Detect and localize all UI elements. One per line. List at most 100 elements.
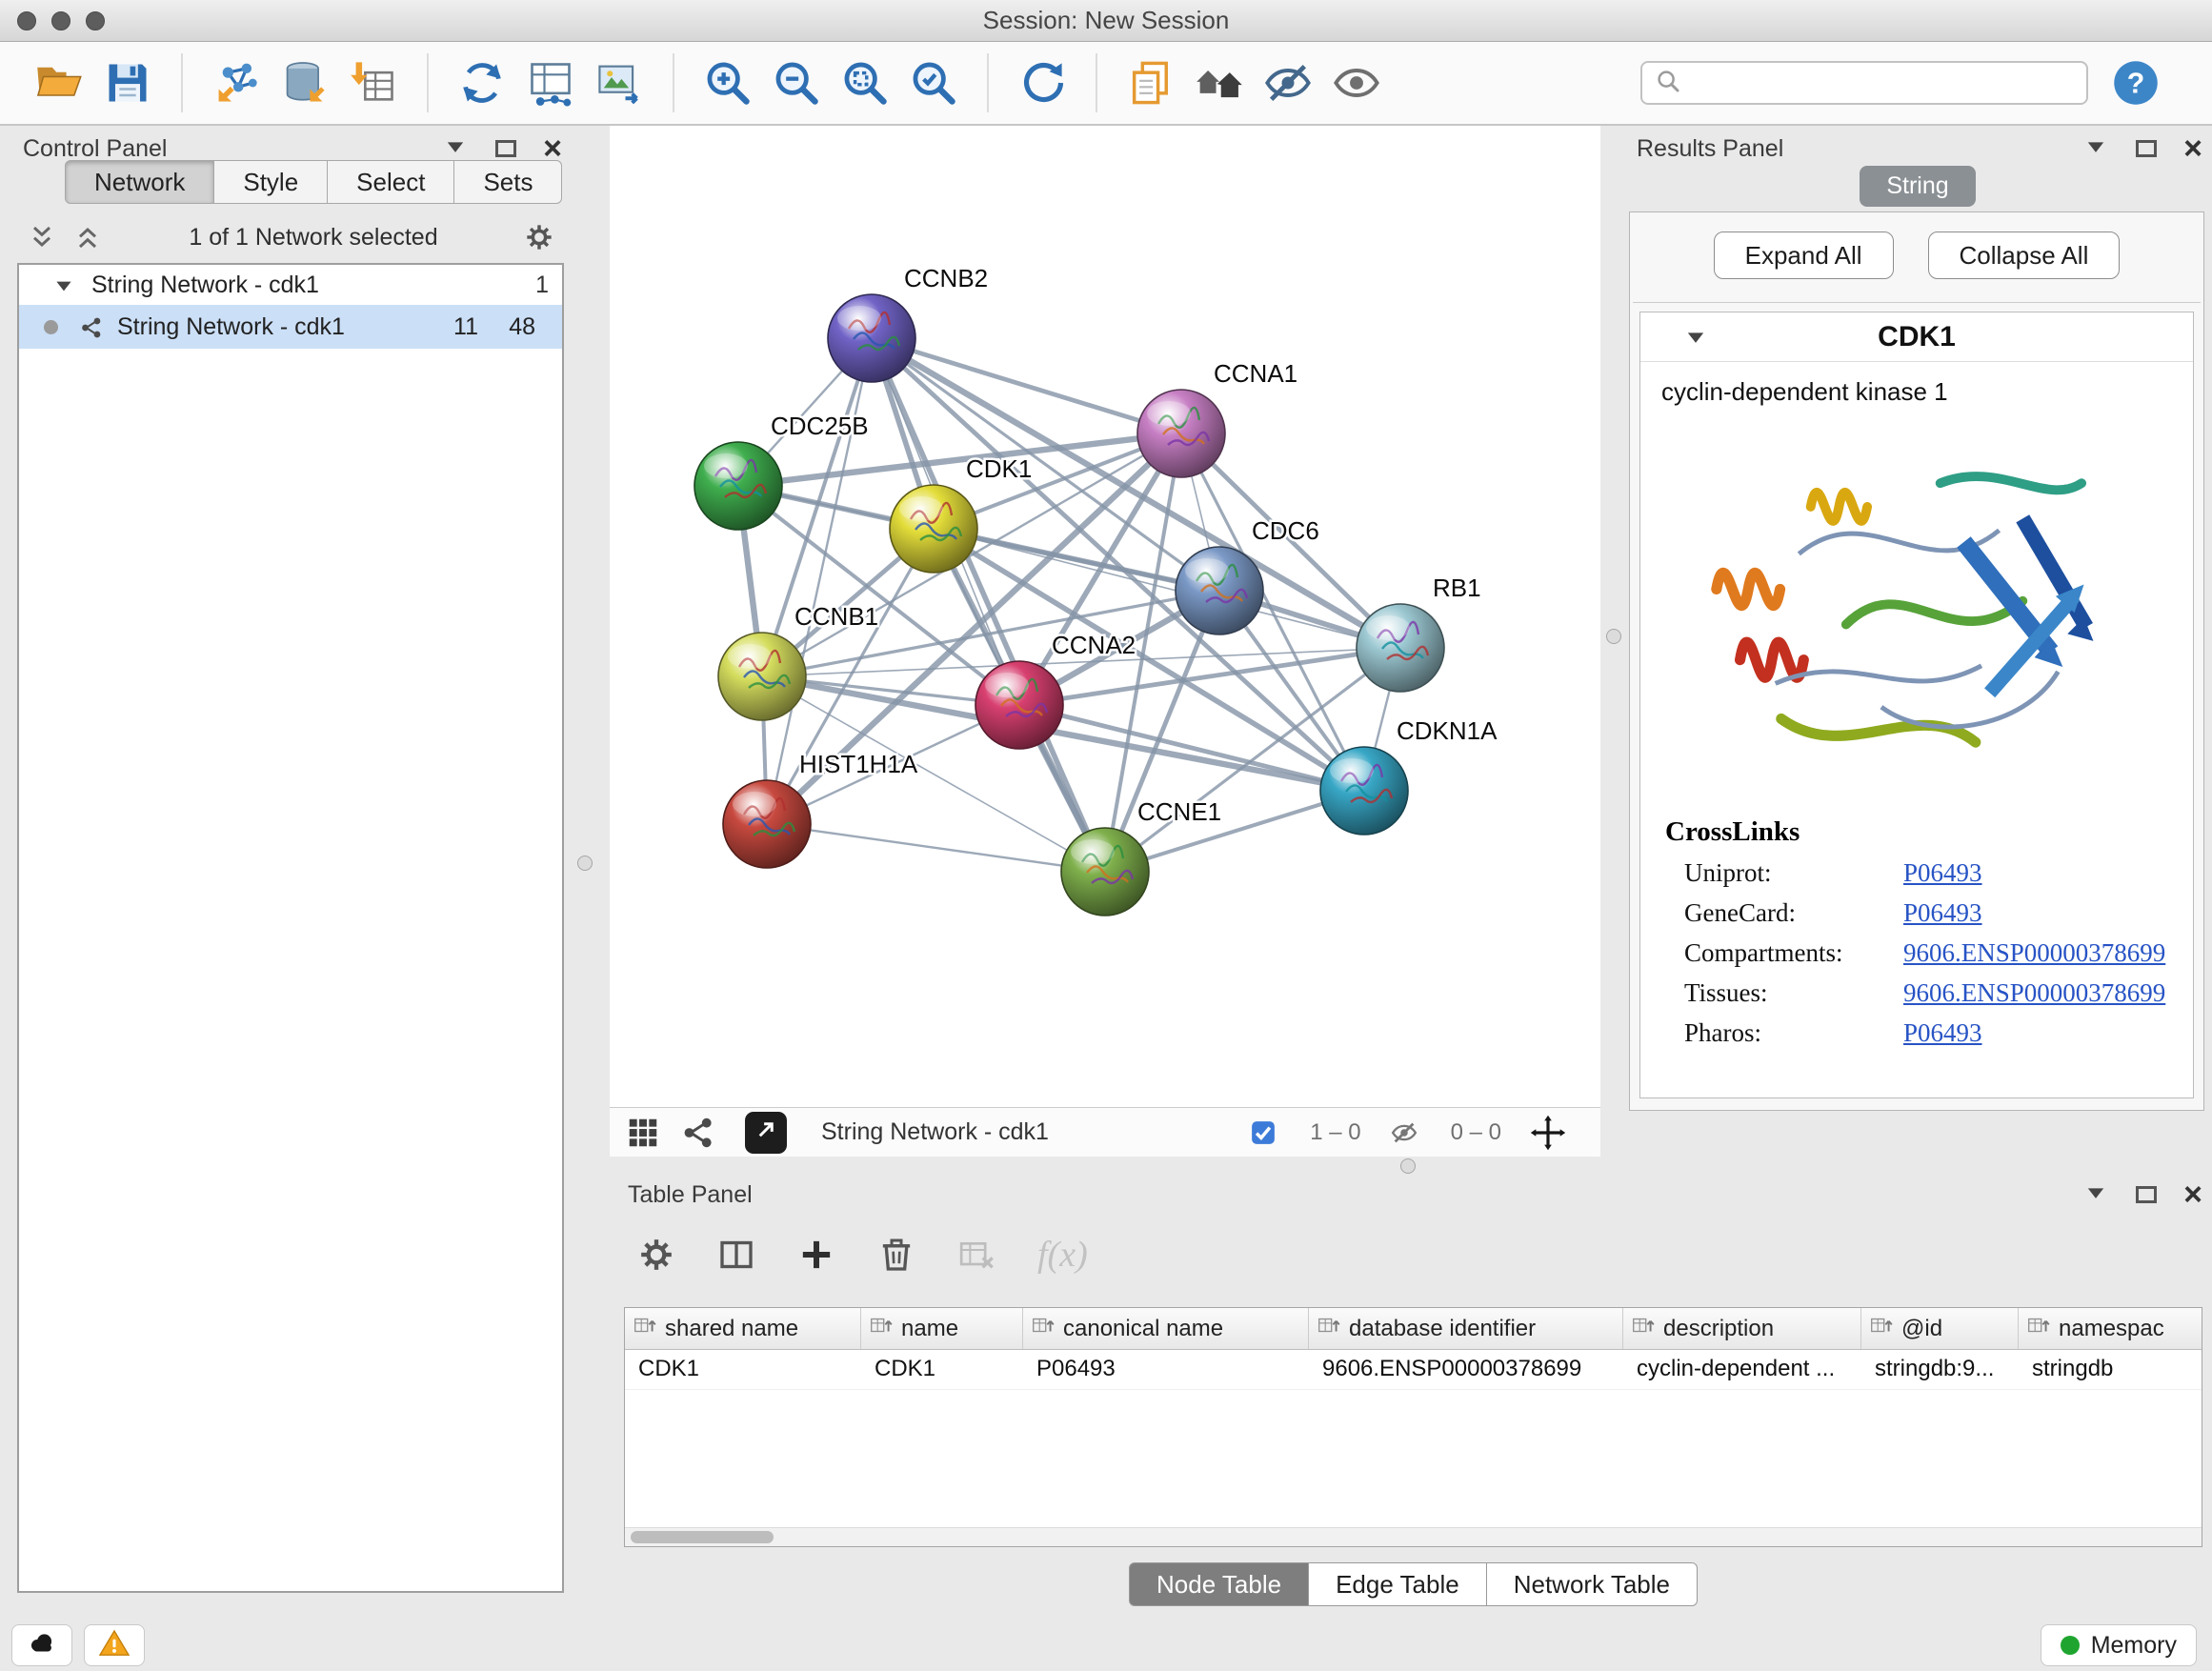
splitter-handle[interactable] [1606, 629, 1621, 644]
refresh-layout-button[interactable] [1014, 54, 1071, 111]
annotation-copy-button[interactable] [1122, 54, 1179, 111]
crosslink-link[interactable]: P06493 [1903, 1018, 1982, 1048]
import-table-file-button[interactable] [345, 54, 402, 111]
control-panel-tabs: Network Style Select Sets [65, 160, 562, 204]
search-box[interactable] [1640, 61, 2088, 105]
zoom-out-button[interactable] [768, 54, 825, 111]
network-canvas[interactable]: CCNB2CCNA1CDC25BCDK1CDC6RB1CCNB1CCNA2CDK… [610, 126, 1600, 1107]
column-header-database-identifier[interactable]: database identifier [1309, 1308, 1623, 1349]
control-panel-title: Control Panel [23, 135, 167, 163]
collapse-all-networks-icon[interactable] [27, 222, 57, 252]
panel-close-icon[interactable]: × [2183, 1178, 2202, 1211]
table-cell[interactable]: cyclin-dependent ... [1623, 1350, 1861, 1389]
search-input[interactable] [1690, 70, 2075, 96]
warnings-button[interactable] [84, 1624, 145, 1666]
crosslinks-section: CrossLinks Uniprot:P06493GeneCard:P06493… [1640, 816, 2193, 1048]
table-cell[interactable]: stringdb:9... [1861, 1350, 2019, 1389]
network-row-selected[interactable]: String Network - cdk1 11 48 [19, 305, 562, 349]
toolbar-separator [427, 53, 429, 112]
panel-float-icon[interactable] [495, 140, 516, 157]
gene-card-header[interactable]: CDK1 [1640, 312, 2193, 362]
network-graph[interactable]: CCNB2CCNA1CDC25BCDK1CDC6RB1CCNB1CCNA2CDK… [610, 126, 1600, 1107]
network-from-table-button[interactable] [522, 54, 579, 111]
column-header-name[interactable]: name [861, 1308, 1023, 1349]
home-views-button[interactable] [1191, 54, 1248, 111]
network-view-toolbar: String Network - cdk1 1 – 0 0 – 0 [610, 1107, 1600, 1157]
tab-network-table[interactable]: Network Table [1487, 1562, 1698, 1606]
results-panel: Results Panel × String Expand All Collap… [1623, 128, 2212, 1118]
column-header-description[interactable]: description [1623, 1308, 1861, 1349]
tab-network[interactable]: Network [65, 160, 214, 204]
table-cell[interactable]: stringdb [2019, 1350, 2202, 1389]
clone-network-button[interactable] [453, 54, 511, 111]
show-columns-icon[interactable] [717, 1236, 755, 1274]
splitter-handle[interactable] [577, 856, 593, 871]
table-options-gear-icon[interactable] [637, 1236, 675, 1274]
table-cell[interactable]: CDK1 [861, 1350, 1023, 1389]
panel-menu-icon[interactable] [2082, 133, 2109, 165]
string-results-tab[interactable]: String [1860, 166, 1975, 207]
crosslink-row: Pharos:P06493 [1684, 1018, 2193, 1048]
scrollbar-thumb[interactable] [631, 1531, 774, 1543]
network-options-gear-icon[interactable] [524, 222, 554, 252]
crosslink-link[interactable]: 9606.ENSP00000378699 [1903, 938, 2165, 968]
status-bar: Memory [0, 1620, 2212, 1671]
cloud-status-button[interactable] [11, 1624, 72, 1666]
table-cell[interactable]: 9606.ENSP00000378699 [1309, 1350, 1623, 1389]
tab-select[interactable]: Select [328, 160, 454, 204]
tab-edge-table[interactable]: Edge Table [1309, 1562, 1487, 1606]
export-image-button[interactable] [591, 54, 648, 111]
crosslink-link[interactable]: P06493 [1903, 858, 1982, 888]
import-network-file-button[interactable] [208, 54, 265, 111]
tab-sets[interactable]: Sets [454, 160, 562, 204]
column-header-shared-name[interactable]: shared name [625, 1308, 861, 1349]
detach-view-button[interactable] [745, 1112, 787, 1154]
panel-close-icon[interactable]: × [2183, 132, 2202, 165]
column-header-canonical-name[interactable]: canonical name [1023, 1308, 1309, 1349]
panel-float-icon[interactable] [2136, 140, 2157, 157]
network-collection-row[interactable]: String Network - cdk1 1 [19, 265, 562, 305]
table-row[interactable]: CDK1CDK1P064939606.ENSP00000378699cyclin… [625, 1350, 2202, 1390]
column-header-namespac[interactable]: namespac [2019, 1308, 2202, 1349]
zoom-fit-button[interactable] [836, 54, 894, 111]
zoom-selected-button[interactable] [905, 54, 962, 111]
tab-style[interactable]: Style [214, 160, 328, 204]
fit-content-icon[interactable] [1530, 1115, 1566, 1151]
expand-all-networks-icon[interactable] [72, 222, 103, 252]
gene-collapse-icon[interactable] [1682, 324, 1709, 355]
hide-graphics-button[interactable] [1259, 54, 1317, 111]
network-overview-icon[interactable] [680, 1115, 716, 1151]
crosslink-link[interactable]: P06493 [1903, 898, 1982, 928]
collection-expander-icon[interactable] [51, 272, 76, 299]
import-network-database-button[interactable] [276, 54, 333, 111]
add-column-icon[interactable] [797, 1236, 835, 1274]
tab-node-table[interactable]: Node Table [1129, 1562, 1309, 1606]
horizontal-scrollbar[interactable] [625, 1527, 2202, 1546]
open-session-button[interactable] [30, 54, 88, 111]
birds-eye-view-icon[interactable] [625, 1115, 661, 1151]
panel-float-icon[interactable] [2136, 1186, 2157, 1203]
selected-nodes-checkbox-icon[interactable] [1249, 1118, 1277, 1147]
crosslink-link[interactable]: 9606.ENSP00000378699 [1903, 978, 2165, 1008]
help-button[interactable]: ? [2107, 54, 2164, 111]
table-cell[interactable]: CDK1 [625, 1350, 861, 1389]
column-header--id[interactable]: @id [1861, 1308, 2019, 1349]
collapse-all-button[interactable]: Collapse All [1928, 232, 2121, 279]
hidden-elements-icon[interactable] [1390, 1118, 1418, 1147]
network-tree: String Network - cdk1 1 String Network -… [17, 263, 564, 1593]
delete-column-icon[interactable] [877, 1236, 915, 1274]
panel-menu-icon[interactable] [2082, 1179, 2109, 1211]
table-cell[interactable]: P06493 [1023, 1350, 1309, 1389]
memory-button[interactable]: Memory [2041, 1624, 2197, 1666]
svg-text:?: ? [2127, 68, 2145, 99]
svg-text:HIST1H1A: HIST1H1A [799, 750, 918, 778]
edge-count: 48 [509, 313, 535, 341]
string-results-box: Expand All Collapse All CDK1 cyclin-depe… [1629, 211, 2204, 1111]
memory-label: Memory [2091, 1632, 2177, 1660]
splitter-handle[interactable] [1400, 1158, 1416, 1174]
column-sort-icon [1631, 1313, 1656, 1344]
save-session-button[interactable] [99, 54, 156, 111]
zoom-in-button[interactable] [699, 54, 756, 111]
show-graphics-button[interactable] [1328, 54, 1385, 111]
expand-all-button[interactable]: Expand All [1714, 232, 1894, 279]
